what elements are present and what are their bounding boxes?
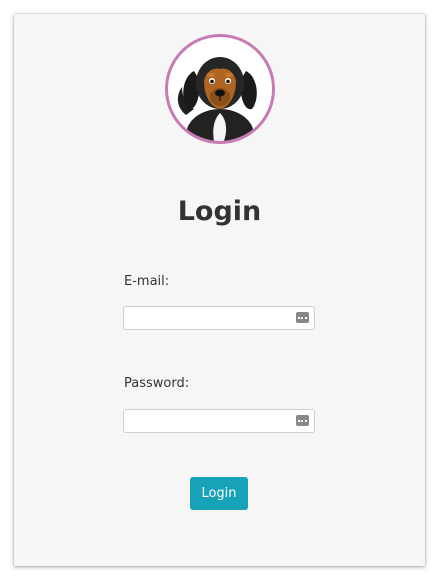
dog-avatar-icon — [177, 57, 257, 141]
login-button[interactable]: Login — [190, 477, 248, 510]
email-field-container[interactable] — [123, 306, 315, 330]
page-title: Login — [177, 196, 262, 227]
password-manager-key-icon[interactable] — [296, 415, 309, 426]
email-label: E-mail: — [124, 274, 170, 289]
password-field-container[interactable] — [123, 409, 315, 433]
avatar — [165, 34, 275, 144]
password-field[interactable] — [124, 410, 284, 433]
password-manager-key-icon[interactable] — [296, 312, 309, 323]
email-field[interactable] — [124, 307, 284, 330]
login-card: Login E-mail: Password: Login — [14, 14, 425, 566]
password-label: Password: — [124, 376, 190, 391]
